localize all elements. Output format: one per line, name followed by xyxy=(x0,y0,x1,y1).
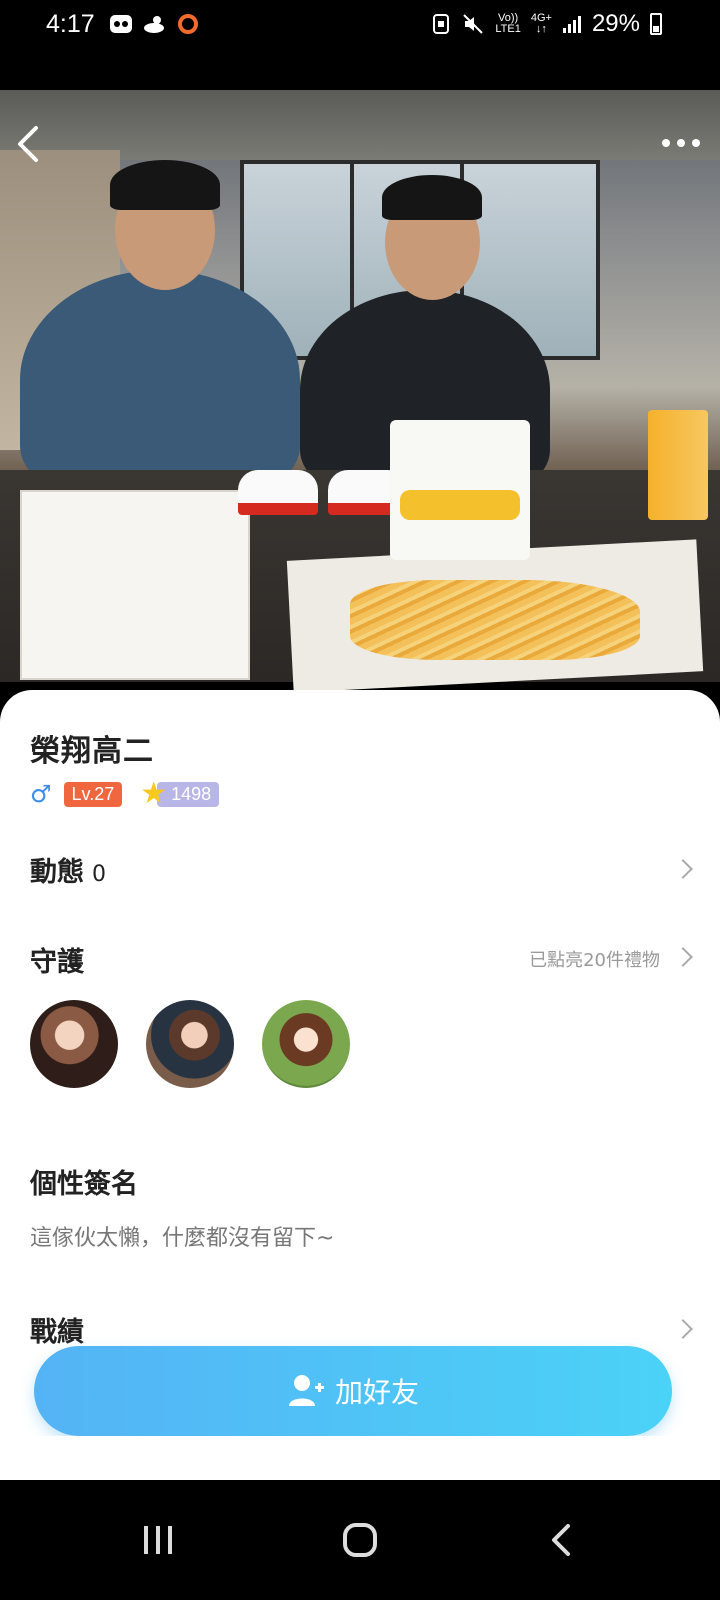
guardian-avatars xyxy=(30,1000,350,1088)
more-options-button[interactable] xyxy=(656,132,706,154)
profile-badges: ♂ Lv.27 ★ 1498 xyxy=(30,776,220,811)
more-horizontal-icon xyxy=(662,139,670,147)
back-icon xyxy=(552,1524,570,1556)
chevron-right-icon xyxy=(673,1319,693,1339)
volte-indicator: Vo)) LTE1 xyxy=(495,12,521,35)
cover-photo-image xyxy=(0,90,720,692)
status-time: 4:17 xyxy=(46,10,95,38)
status-bar: 4:17 Vo)) LTE1 4G+ ↓↑ 29% xyxy=(0,0,720,52)
profile-name: 榮翔高二 xyxy=(30,734,154,769)
home-icon xyxy=(343,1523,377,1557)
add-user-icon xyxy=(288,1375,324,1406)
battery-icon xyxy=(650,13,662,35)
coin-badge: ★ 1498 xyxy=(140,776,220,811)
star-icon: ★ xyxy=(140,776,168,811)
back-button[interactable] xyxy=(10,122,50,166)
ring-app-icon xyxy=(178,14,198,34)
status-notification-icons xyxy=(108,12,200,36)
signature-text: 這傢伙太懶，什麼都沒有留下~ xyxy=(30,1226,335,1251)
male-gender-icon: ♂ xyxy=(30,780,52,808)
chevron-left-icon xyxy=(18,126,38,162)
level-badge: Lv.27 xyxy=(63,781,123,807)
guardian-avatar[interactable] xyxy=(146,1000,234,1088)
signal-icon xyxy=(562,16,581,33)
recent-apps-button[interactable] xyxy=(128,1510,188,1570)
add-friend-button[interactable]: 加好友 xyxy=(34,1346,672,1436)
weather-icon xyxy=(144,16,164,33)
back-nav-button[interactable] xyxy=(532,1510,592,1570)
guard-gifts-hint: 已點亮20件禮物 xyxy=(529,950,660,971)
system-navigation-bar xyxy=(0,1480,720,1600)
record-title: 戰績 xyxy=(30,1317,84,1348)
moments-title: 動態 xyxy=(30,857,84,888)
signature-title: 個性簽名 xyxy=(30,1169,138,1200)
add-friend-label: 加好友 xyxy=(334,1376,419,1409)
battery-percent: 29% xyxy=(591,10,640,37)
guardian-avatar[interactable] xyxy=(262,1000,350,1088)
guard-title: 守護 xyxy=(30,947,84,978)
mute-icon xyxy=(463,14,484,34)
guardian-avatar[interactable] xyxy=(30,1000,118,1088)
data-saver-icon xyxy=(433,14,450,34)
home-button[interactable] xyxy=(330,1510,390,1570)
chevron-right-icon xyxy=(673,947,693,967)
recent-apps-icon xyxy=(144,1526,172,1554)
moments-count: 0 xyxy=(92,862,106,887)
chevron-right-icon xyxy=(673,859,693,879)
status-system-icons: Vo)) LTE1 4G+ ↓↑ 29% xyxy=(431,10,662,38)
profile-cover-photo[interactable] xyxy=(0,52,720,692)
app-notification-icon xyxy=(110,15,132,33)
network-type-indicator: 4G+ ↓↑ xyxy=(530,12,552,35)
